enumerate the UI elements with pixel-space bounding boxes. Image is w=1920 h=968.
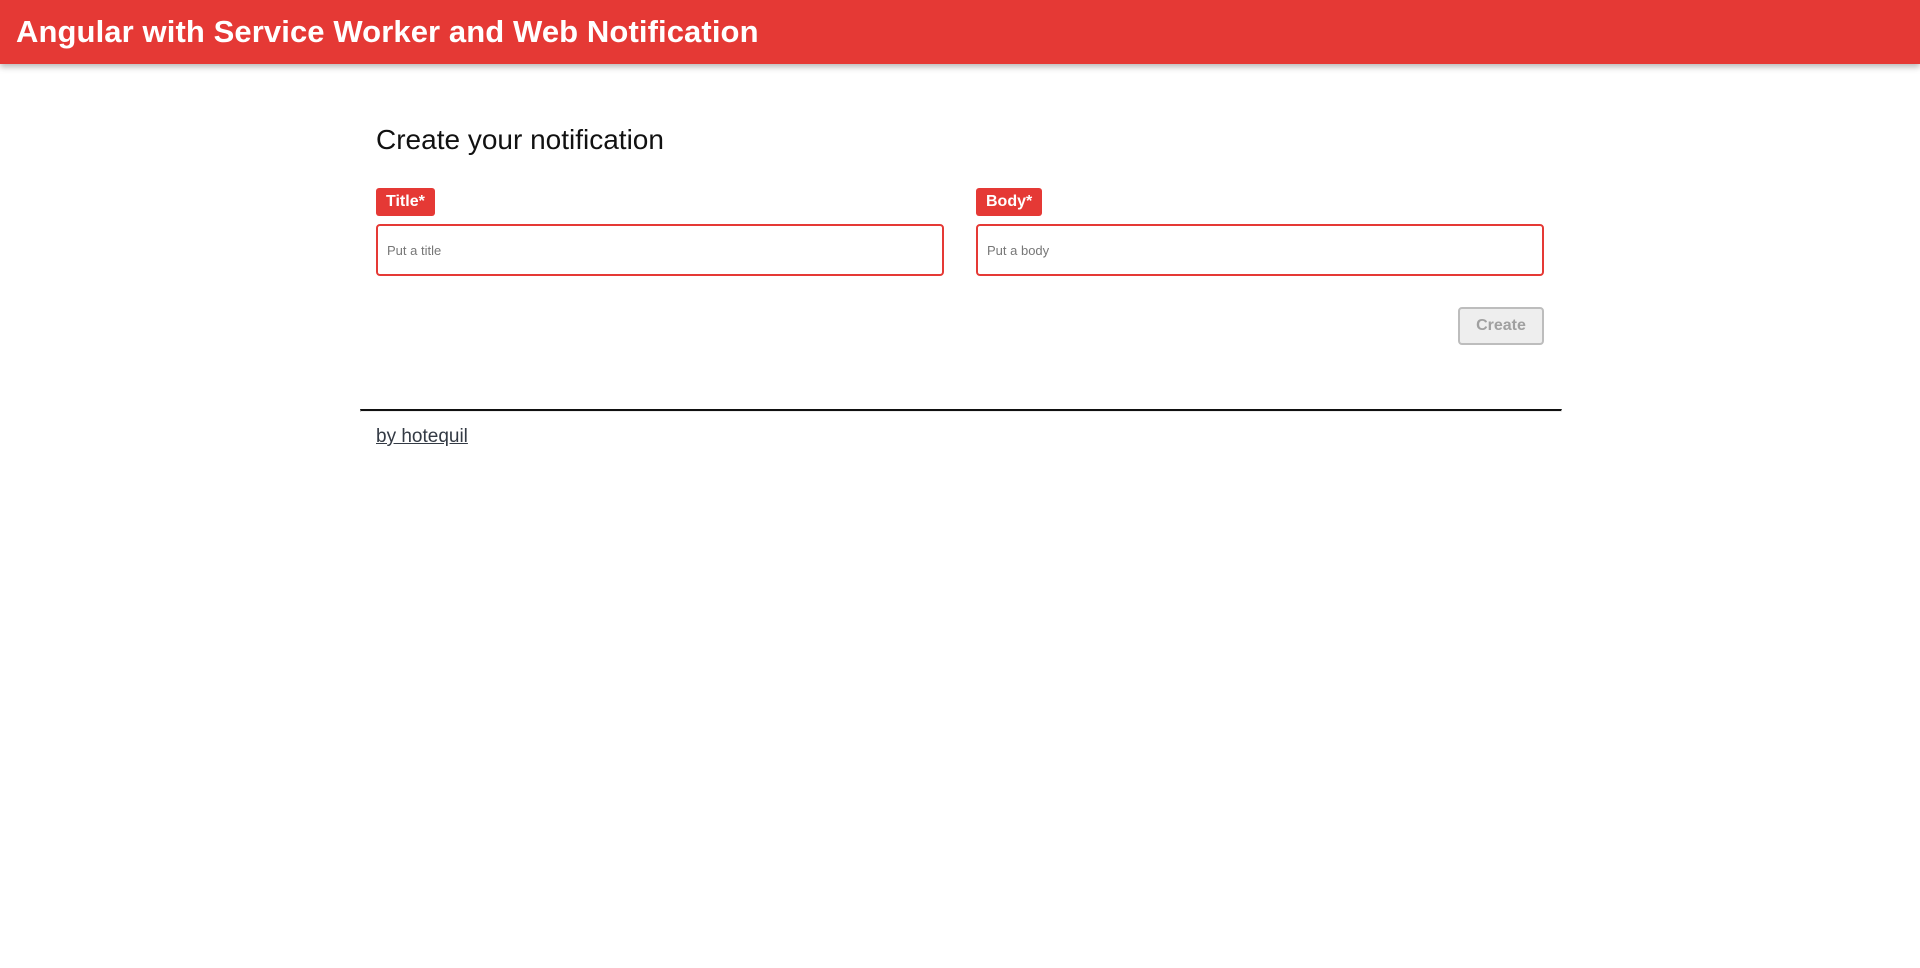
author-link[interactable]: by hotequil xyxy=(376,426,468,448)
footer-divider xyxy=(360,409,1562,412)
title-label: Title* xyxy=(376,188,435,216)
app-title: Angular with Service Worker and Web Noti… xyxy=(16,14,759,49)
app-header: Angular with Service Worker and Web Noti… xyxy=(0,0,1920,64)
body-input[interactable] xyxy=(976,224,1544,276)
body-field-group: Body* xyxy=(976,188,1544,276)
body-label: Body* xyxy=(976,188,1043,216)
title-input[interactable] xyxy=(376,224,944,276)
create-button[interactable]: Create xyxy=(1458,307,1544,345)
title-field-group: Title* xyxy=(376,188,944,276)
form-heading: Create your notification xyxy=(376,124,664,155)
